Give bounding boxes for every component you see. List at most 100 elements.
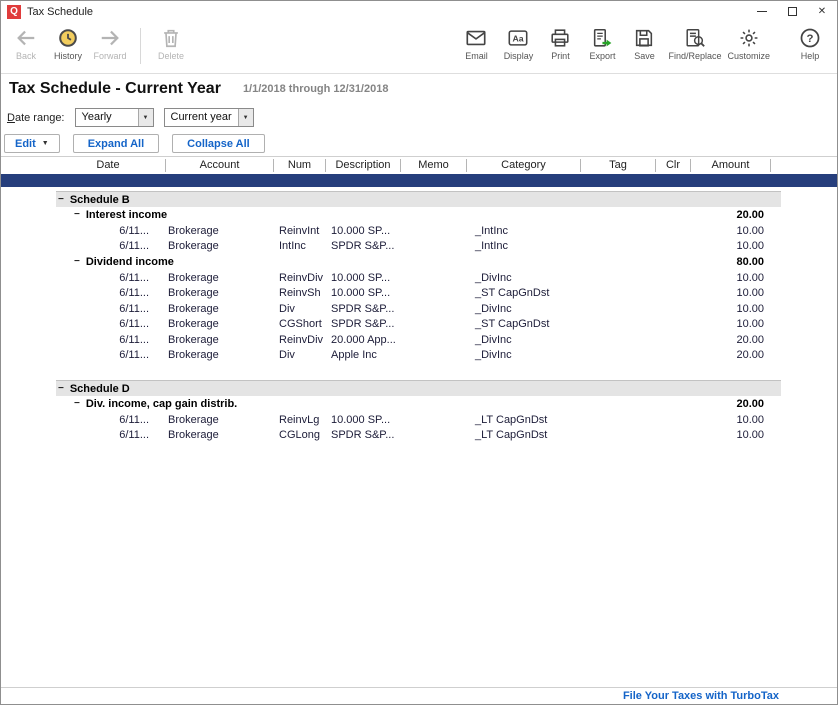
date-range-select[interactable]: Yearly ▼	[75, 108, 154, 127]
cell-amount: 10.00	[691, 240, 771, 252]
cell-description: 10.000 SP...	[326, 287, 401, 299]
actions-row: Edit ▼ Expand All Collapse All	[1, 131, 837, 157]
toolbar-help-button[interactable]: ?Help	[789, 25, 831, 61]
cell-amount: 10.00	[691, 303, 771, 315]
cell-amount: 20.00	[691, 334, 771, 346]
subsection-row: −Dividend income80.00	[1, 254, 771, 270]
cell-description: SPDR S&P...	[326, 303, 401, 315]
maximize-button[interactable]	[777, 1, 807, 22]
cell-category: _IntInc	[467, 225, 581, 237]
minimize-button[interactable]	[747, 1, 777, 22]
date-range-row: Date range: Yearly ▼ Current year ▼	[1, 104, 837, 131]
cell-category: _LT CapGnDst	[467, 429, 581, 441]
period-value: Current year	[165, 109, 238, 126]
footer: File Your Taxes with TurboTax	[1, 687, 837, 704]
close-button[interactable]: ✕	[807, 1, 837, 22]
app-window: Q Tax Schedule ✕ BackHistoryForwardDelet…	[0, 0, 838, 705]
printer-icon	[549, 27, 571, 49]
transaction-row[interactable]: 6/11...BrokerageIntIncSPDR S&P..._IntInc…	[1, 239, 771, 255]
cell-account: Brokerage	[166, 225, 274, 237]
column-header-date: Date	[1, 159, 166, 172]
transaction-row[interactable]: 6/11...BrokerageReinvDiv10.000 SP..._Div…	[1, 270, 771, 286]
window-controls: ✕	[747, 1, 837, 22]
column-header-tag: Tag	[581, 159, 656, 172]
cell-account: Brokerage	[166, 349, 274, 361]
report-subtitle: 1/1/2018 through 12/31/2018	[243, 83, 389, 95]
toolbar-print-button[interactable]: Print	[539, 25, 581, 61]
svg-text:Aa: Aa	[513, 33, 524, 43]
transaction-row[interactable]: 6/11...BrokerageDivSPDR S&P..._DivInc10.…	[1, 301, 771, 317]
toolbar-left: BackHistoryForwardDelete	[5, 25, 192, 64]
transaction-row[interactable]: 6/11...BrokerageDivApple Inc_DivInc20.00	[1, 348, 771, 364]
cell-date: 6/11...	[1, 414, 166, 426]
toolbar-delete-button: Delete	[150, 25, 192, 61]
transaction-row[interactable]: 6/11...BrokerageReinvLg10.000 SP..._LT C…	[1, 412, 771, 428]
cell-account: Brokerage	[166, 334, 274, 346]
edit-button[interactable]: Edit ▼	[4, 134, 60, 153]
collapse-toggle-icon[interactable]: −	[58, 195, 64, 205]
cell-description: 20.000 App...	[326, 334, 401, 346]
subsection-row: −Interest income20.00	[1, 207, 771, 223]
cell-num: Div	[274, 349, 326, 361]
cell-amount: 20.00	[691, 349, 771, 361]
toolbar-customize-button[interactable]: Customize	[724, 25, 773, 61]
date-range-label: Date range:	[7, 112, 65, 124]
collapse-toggle-icon[interactable]: −	[74, 399, 80, 409]
period-select[interactable]: Current year ▼	[164, 108, 254, 127]
column-header-amount: Amount	[691, 159, 771, 172]
cell-date: 6/11...	[1, 429, 166, 441]
collapse-toggle-icon[interactable]: −	[58, 384, 64, 394]
cell-description: 10.000 SP...	[326, 414, 401, 426]
cell-description: SPDR S&P...	[326, 318, 401, 330]
cell-date: 6/11...	[1, 349, 166, 361]
selected-row-highlight[interactable]	[1, 174, 837, 187]
cell-date: 6/11...	[1, 240, 166, 252]
cell-account: Brokerage	[166, 287, 274, 299]
report-header: Tax Schedule - Current Year 1/1/2018 thr…	[1, 74, 837, 104]
cell-date: 6/11...	[1, 225, 166, 237]
edit-button-label: Edit	[15, 138, 36, 150]
subsection-name: Div. income, cap gain distrib.	[86, 398, 237, 410]
collapse-toggle-icon[interactable]: −	[74, 257, 80, 267]
turbotax-link[interactable]: File Your Taxes with TurboTax	[623, 690, 779, 702]
toolbar-forward-button: Forward	[89, 25, 131, 61]
transaction-row[interactable]: 6/11...BrokerageReinvInt10.000 SP..._Int…	[1, 223, 771, 239]
toolbar-history-button[interactable]: History	[47, 25, 89, 61]
subsection-name: Dividend income	[86, 256, 174, 268]
cell-num: ReinvSh	[274, 287, 326, 299]
column-header-clr: Clr	[656, 159, 691, 172]
cell-account: Brokerage	[166, 429, 274, 441]
export-arrow-icon	[591, 27, 613, 49]
toolbar-save-button[interactable]: Save	[623, 25, 665, 61]
cell-amount: 10.00	[691, 429, 771, 441]
cell-category: _IntInc	[467, 240, 581, 252]
transaction-row[interactable]: 6/11...BrokerageCGShortSPDR S&P..._ST Ca…	[1, 317, 771, 333]
collapse-toggle-icon[interactable]: −	[74, 210, 80, 220]
expand-all-button[interactable]: Expand All	[73, 134, 159, 153]
cell-date: 6/11...	[1, 303, 166, 315]
section-name: Schedule D	[70, 383, 130, 395]
trash-icon	[160, 27, 182, 49]
transaction-row[interactable]: 6/11...BrokerageCGLongSPDR S&P..._LT Cap…	[1, 428, 771, 444]
dropdown-arrow-icon: ▼	[42, 140, 49, 147]
transaction-row[interactable]: 6/11...BrokerageReinvDiv20.000 App..._Di…	[1, 332, 771, 348]
toolbar-email-button[interactable]: Email	[455, 25, 497, 61]
collapse-all-button[interactable]: Collapse All	[172, 134, 265, 153]
toolbar-display-button[interactable]: AaDisplay	[497, 25, 539, 61]
email-envelope-icon	[465, 27, 487, 49]
cell-num: ReinvDiv	[274, 272, 326, 284]
section-row: −Schedule B	[56, 191, 781, 207]
toolbar-find-replace-button[interactable]: Find/Replace	[665, 25, 724, 61]
cell-account: Brokerage	[166, 303, 274, 315]
cell-category: _DivInc	[467, 303, 581, 315]
toolbar-separator	[140, 28, 141, 64]
find-replace-icon	[684, 27, 706, 49]
column-header-account: Account	[166, 159, 274, 172]
cell-description: SPDR S&P...	[326, 429, 401, 441]
toolbar-email-label: Email	[465, 51, 488, 61]
subsection-total: 20.00	[691, 209, 764, 221]
transaction-row[interactable]: 6/11...BrokerageReinvSh10.000 SP..._ST C…	[1, 286, 771, 302]
toolbar-print-label: Print	[551, 51, 570, 61]
cell-description: SPDR S&P...	[326, 240, 401, 252]
toolbar-export-button[interactable]: Export	[581, 25, 623, 61]
